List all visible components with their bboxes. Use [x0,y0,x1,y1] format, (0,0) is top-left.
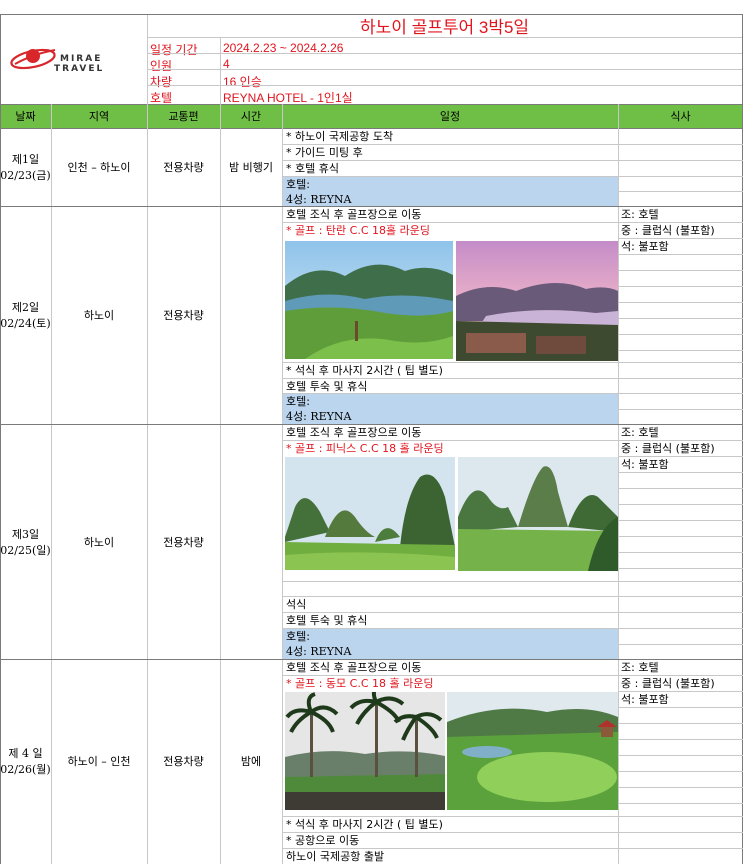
day2-meal-lunch: 중 : 클럽식 (불포함) [621,224,715,237]
column-header-date: 날짜 [15,110,36,123]
day3-date: 02/25(일) [0,544,51,557]
day3-photo-karst-golf-1 [285,457,455,570]
day3-golf: * 골프 : 피닉스 C.C 18 홀 라운딩 [286,442,444,455]
day4-meal-dinner: 석: 불포함 [621,693,669,706]
column-header-time: 시간 [240,110,262,123]
column-header-region: 지역 [88,110,110,123]
day2-photo-lake-golf [285,241,453,359]
day3-transport: 전용차량 [163,536,204,549]
day1-region: 인천 – 하노이 [67,161,131,174]
day4-region: 하노이 – 인천 [67,755,131,768]
day4-time: 밤에 [240,755,262,768]
day3-schedule-top: 호텔 조식 후 골프장으로 이동 [286,426,422,439]
day4-meal-breakfast: 조: 호텔 [621,661,659,674]
logo-line2: TRAVEL [54,64,105,74]
day4-transport: 전용차량 [163,755,204,768]
day2-golf: * 골프 : 탄란 C.C 18홀 라운딩 [286,224,430,237]
day1-transport: 전용차량 [163,161,204,174]
day3-hotel-name: 4성: REYNA [286,645,352,658]
day2-schedule-bottom-1: * 석식 후 마사지 2시간 ( 팁 별도) [286,364,443,377]
info-label-vehicle: 차량 [150,75,173,89]
day2-schedule-top: 호텔 조식 후 골프장으로 이동 [286,208,422,221]
day2-hotel-name: 4성: REYNA [286,410,352,423]
page-title: 하노이 골프투어 3박5일 [359,18,530,37]
info-label-period: 일정 기간 [150,43,198,57]
day3-schedule-bottom-2: 호텔 투숙 및 휴식 [286,614,368,627]
column-header-meals: 식사 [670,110,691,123]
day1-label: 제1일 [11,153,40,166]
day2-date: 02/24(토) [0,317,51,330]
day4-schedule-top: 호텔 조식 후 골프장으로 이동 [286,661,422,674]
day3-hotel-label: 호텔: [286,630,310,643]
day3-meal-breakfast: 조: 호텔 [621,426,659,439]
day1-hotel-name: 4성: REYNA [286,193,352,206]
day3-region: 하노이 [83,536,115,549]
day4-photo-pavilion-golf [447,692,618,810]
day4-meal-lunch: 중 : 클럽식 (불포함) [621,677,715,690]
day4-date: 02/26(월) [0,763,51,776]
day2-meal-dinner: 석: 불포함 [621,240,669,253]
column-header-schedule: 일정 [439,110,461,123]
day1-schedule-1: * 하노이 국제공항 도착 [286,130,394,143]
day1-schedule-3: * 호텔 휴식 [286,162,339,175]
info-label-people: 인원 [150,59,173,73]
day1-schedule-2: * 가이드 미팅 후 [286,146,363,159]
day2-schedule-bottom-2: 호텔 투숙 및 휴식 [286,380,368,393]
day4-schedule-bottom-1: * 석식 후 마사지 2시간 ( 팁 별도) [286,818,443,831]
day2-label: 제2일 [11,301,40,314]
info-value-vehicle: 16 인승 [223,75,262,89]
day4-label: 제 4 일 [8,747,43,760]
day2-transport: 전용차량 [163,309,204,322]
day1-time: 밤 비행기 [229,161,273,174]
day4-photo-palm-golf [285,692,445,810]
day3-meal-dinner: 석: 불포함 [621,458,669,471]
day2-hotel-label: 호텔: [286,395,310,408]
day4-schedule-bottom-2: * 공항으로 이동 [286,834,360,847]
day4-schedule-bottom-3: 하노이 국제공항 출발 [286,850,385,863]
day2-photo-resort-river [456,241,618,361]
day3-meal-lunch: 중 : 클럽식 (불포함) [621,442,715,455]
day3-label: 제3일 [11,528,40,541]
column-header-transport: 교통편 [168,110,199,123]
day2-region: 하노이 [83,309,115,322]
day2-meal-breakfast: 조: 호텔 [621,208,659,221]
day1-hotel-label: 호텔: [286,178,310,191]
day1-date: 02/23(금) [0,169,51,182]
day3-photo-karst-golf-2 [458,457,618,571]
day3-schedule-bottom-1: 석식 [286,598,307,611]
day4-golf: * 골프 : 동모 C.C 18 홀 라운딩 [286,677,434,690]
